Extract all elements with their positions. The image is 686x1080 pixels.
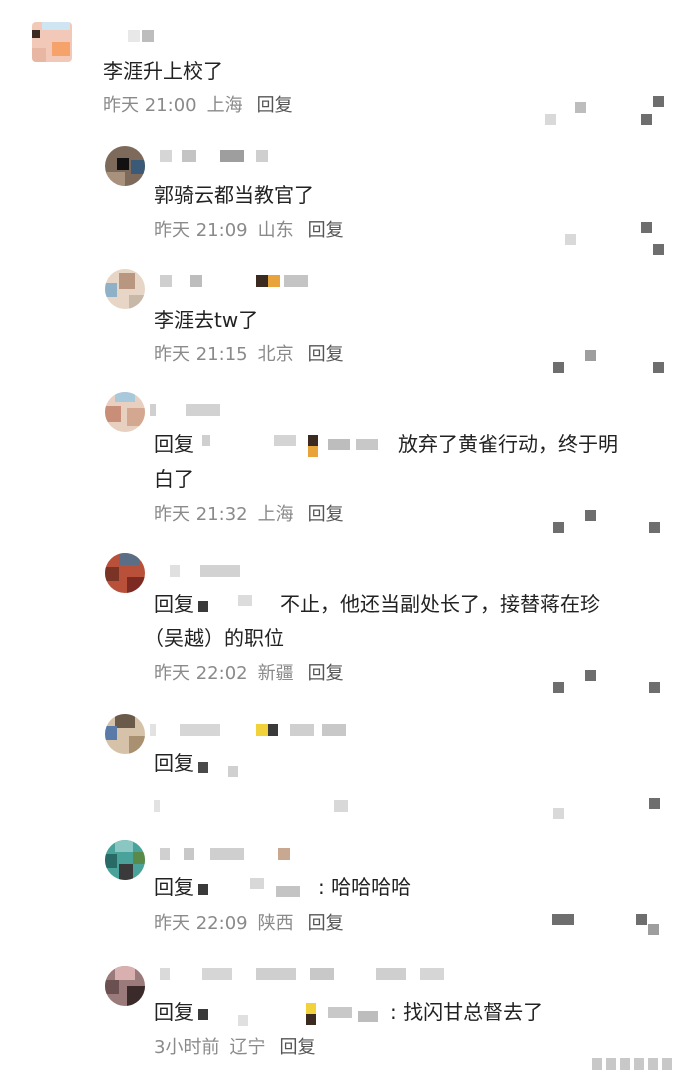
comment-text: 李涯去tw了 xyxy=(154,308,259,332)
watermark-blurred xyxy=(592,1058,678,1072)
comment-text: 回复 放弃了黄雀行动，终于明 xyxy=(154,427,618,461)
comment-text: 回复 不止，他还当副处长了，接替蒋在珍 xyxy=(154,587,600,621)
username-blurred[interactable] xyxy=(160,968,450,982)
reply-button[interactable]: 回复 xyxy=(308,220,344,241)
reply-button[interactable]: 回复 xyxy=(308,504,344,525)
reply-prefix: 回复 xyxy=(154,875,194,899)
avatar[interactable] xyxy=(105,714,145,754)
username-blurred[interactable] xyxy=(160,150,270,164)
like-count-blurred[interactable] xyxy=(545,222,664,255)
reply-button[interactable]: 回复 xyxy=(308,663,344,684)
comment-text: : 哈哈哈哈 xyxy=(318,875,412,899)
like-count-blurred[interactable] xyxy=(545,94,664,125)
comment-meta: 昨天 21:00 上海 回复 xyxy=(103,94,293,118)
mention-blurred[interactable] xyxy=(198,754,268,777)
comment-time: 昨天 22:09 xyxy=(154,913,248,934)
avatar[interactable] xyxy=(105,966,145,1006)
username-blurred[interactable] xyxy=(160,848,310,862)
like-count-blurred[interactable] xyxy=(545,510,660,533)
comment-meta: 昨天 22:09 陕西 回复 xyxy=(154,912,344,936)
meta-blurred xyxy=(154,800,374,814)
comment-text: 回复 : 找闪甘总督去了 xyxy=(154,995,543,1029)
reply-button[interactable]: 回复 xyxy=(279,1037,315,1058)
username-blurred[interactable] xyxy=(150,724,350,738)
comment-text: 李涯升上校了 xyxy=(103,59,223,83)
like-count-blurred[interactable] xyxy=(545,796,660,819)
comment-location: 辽宁 xyxy=(229,1037,266,1058)
comment-location: 山东 xyxy=(257,220,294,241)
comment-text: 回复 xyxy=(154,746,272,780)
like-count-blurred[interactable] xyxy=(545,670,660,693)
reply-button[interactable]: 回复 xyxy=(308,344,344,365)
avatar[interactable] xyxy=(105,146,145,186)
reply-button[interactable]: 回复 xyxy=(257,95,293,116)
comment-text: 放弃了黄雀行动，终于明 xyxy=(398,432,618,456)
comment-meta: 昨天 22:02 新疆 回复 xyxy=(154,662,344,686)
comment-location: 北京 xyxy=(257,344,294,365)
comment-text-continued: （吴越）的职位 xyxy=(144,626,284,650)
comment-meta: 昨天 21:32 上海 回复 xyxy=(154,503,344,527)
comment-time: 昨天 22:02 xyxy=(154,663,248,684)
comment-time: 昨天 21:15 xyxy=(154,344,248,365)
comment-time: 昨天 21:09 xyxy=(154,220,248,241)
comment-location: 新疆 xyxy=(257,663,294,684)
like-count-blurred[interactable] xyxy=(545,350,664,373)
comment-time: 昨天 21:32 xyxy=(154,504,248,525)
mention-blurred[interactable] xyxy=(198,1002,386,1026)
reply-prefix: 回复 xyxy=(154,1000,194,1024)
comment-text: 回复 : 哈哈哈哈 xyxy=(154,870,411,904)
avatar[interactable] xyxy=(105,269,145,309)
mention-blurred[interactable] xyxy=(198,877,314,900)
avatar[interactable] xyxy=(105,840,145,880)
comment-meta: 昨天 21:09 山东 回复 xyxy=(154,219,344,243)
username-blurred[interactable] xyxy=(128,30,168,44)
username-blurred[interactable] xyxy=(170,565,250,579)
comment-text: 郭骑云都当教官了 xyxy=(154,183,314,207)
comment-meta: 昨天 21:15 北京 回复 xyxy=(154,343,344,367)
mention-blurred[interactable] xyxy=(198,434,394,457)
avatar[interactable] xyxy=(105,553,145,593)
username-blurred[interactable] xyxy=(160,275,320,289)
comment-location: 上海 xyxy=(257,504,294,525)
mention-blurred[interactable] xyxy=(198,594,276,617)
comment-location: 上海 xyxy=(206,95,243,116)
username-blurred[interactable] xyxy=(150,404,230,418)
reply-prefix: 回复 xyxy=(154,592,194,616)
comment-time: 昨天 21:00 xyxy=(103,95,197,116)
avatar[interactable] xyxy=(105,392,145,432)
comment-text: 不止，他还当副处长了，接替蒋在珍 xyxy=(280,592,600,616)
like-count-blurred[interactable] xyxy=(552,914,662,935)
reply-prefix: 回复 xyxy=(154,751,194,775)
comment-location: 陕西 xyxy=(257,913,294,934)
comment-time: 3小时前 xyxy=(154,1037,220,1058)
comment-text-continued: 白了 xyxy=(154,467,194,491)
reply-prefix: 回复 xyxy=(154,432,194,456)
reply-button[interactable]: 回复 xyxy=(308,913,344,934)
comment-meta: 3小时前 辽宁 回复 xyxy=(154,1036,315,1060)
avatar[interactable] xyxy=(32,22,72,62)
comment-text: : 找闪甘总督去了 xyxy=(390,1000,544,1024)
